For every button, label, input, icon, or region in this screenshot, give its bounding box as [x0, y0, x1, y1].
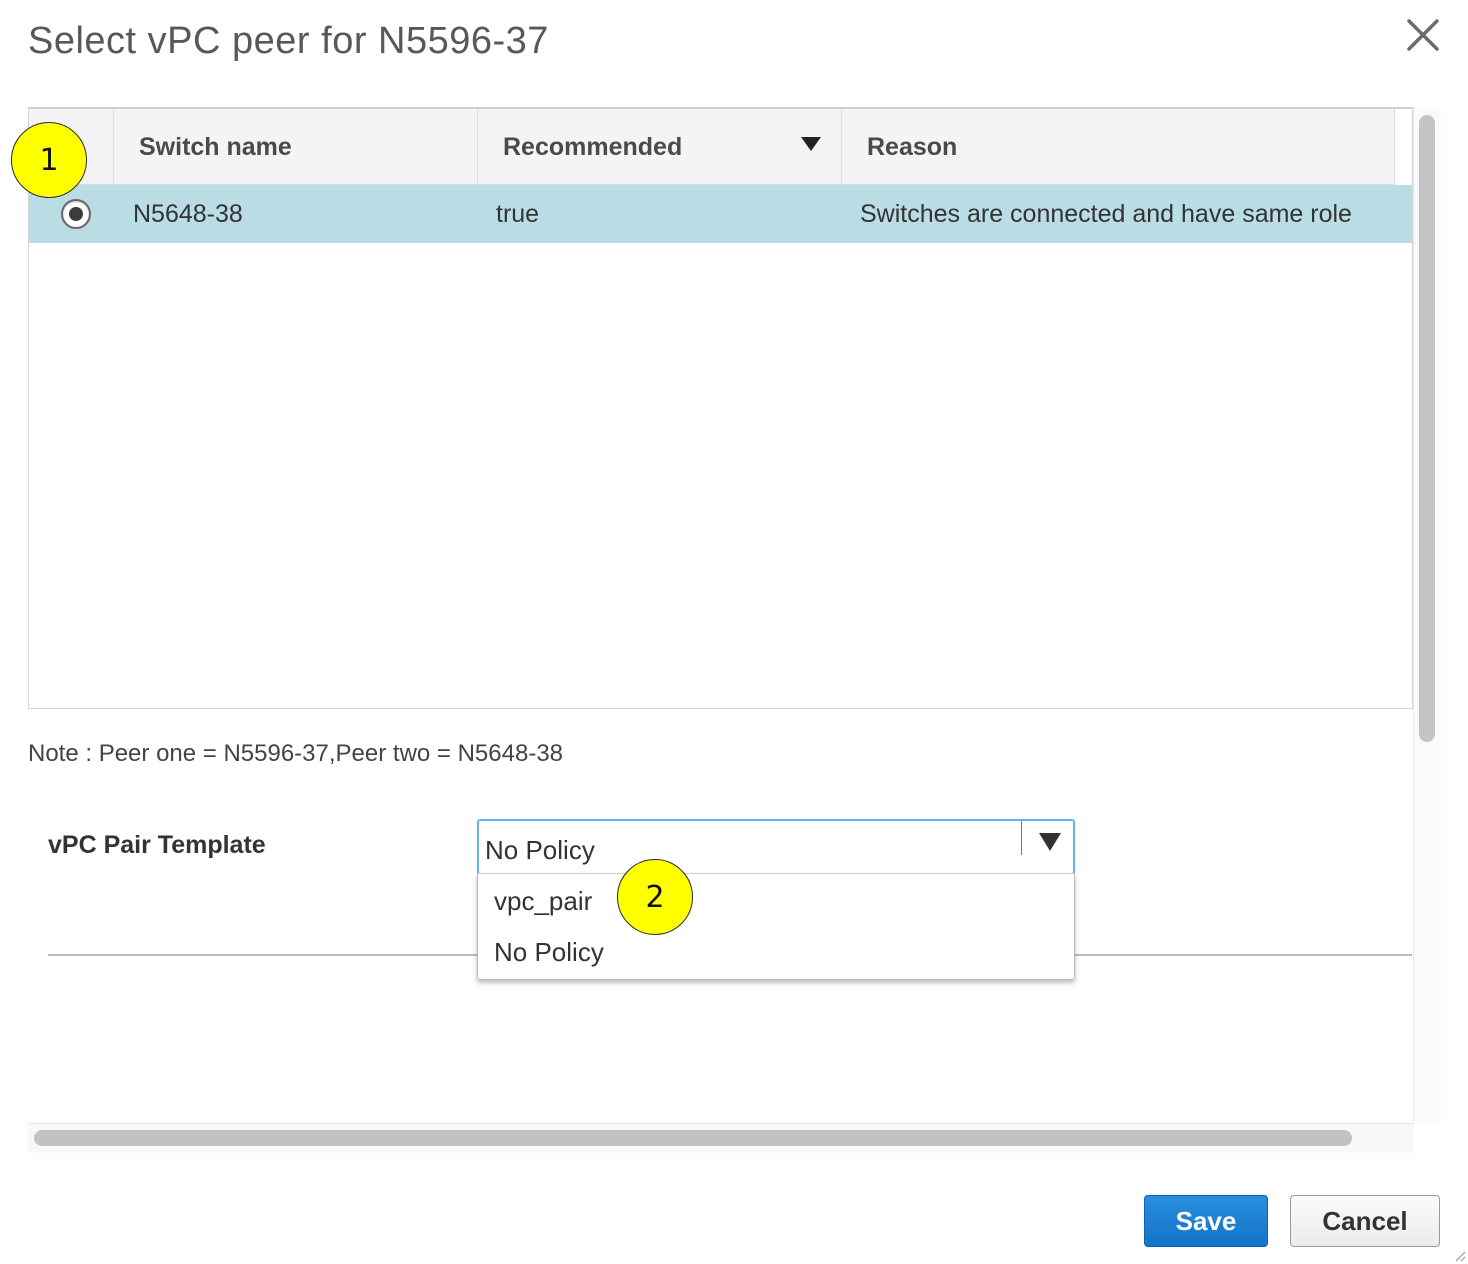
- vertical-scrollbar-thumb[interactable]: [1419, 115, 1435, 742]
- dropdown-arrow-icon[interactable]: [1039, 833, 1061, 851]
- save-button[interactable]: Save: [1144, 1195, 1268, 1247]
- radio-selected-dot: [68, 207, 83, 221]
- callout-marker-1: 1: [11, 122, 87, 198]
- column-header-recommended-label: Recommended: [503, 132, 683, 161]
- table-header: Switch name Recommended Reason: [29, 109, 1395, 185]
- dropdown-option-vpc-pair[interactable]: vpc_pair: [478, 876, 1074, 926]
- horizontal-scrollbar-thumb[interactable]: [34, 1130, 1352, 1146]
- cell-recommended: true: [496, 199, 540, 228]
- resize-grip-icon[interactable]: [1452, 1248, 1466, 1262]
- table-row[interactable]: N5648-38 true Switches are connected and…: [29, 185, 1412, 243]
- column-header-switch-name[interactable]: Switch name: [114, 109, 478, 185]
- template-dropdown-menu: vpc_pair No Policy: [477, 873, 1075, 980]
- close-icon: [1407, 19, 1439, 51]
- vpc-pair-template-select[interactable]: No Policy: [477, 819, 1075, 875]
- sort-descending-icon[interactable]: [801, 137, 821, 151]
- callout-marker-2: 2: [617, 859, 693, 935]
- select-current-value: No Policy: [485, 835, 595, 865]
- select-divider: [1021, 821, 1022, 855]
- cell-switch-name: N5648-38: [133, 199, 243, 228]
- peer-table: Switch name Recommended Reason N5648-38 …: [28, 107, 1413, 709]
- column-header-recommended[interactable]: Recommended: [478, 109, 842, 185]
- column-header-reason[interactable]: Reason: [842, 109, 1395, 185]
- peer-note: Note : Peer one = N5596-37,Peer two = N5…: [28, 740, 564, 767]
- close-button[interactable]: [1400, 12, 1446, 58]
- vpc-pair-template-label: vPC Pair Template: [48, 831, 266, 859]
- row-radio-button[interactable]: [60, 199, 91, 229]
- dropdown-option-no-policy[interactable]: No Policy: [478, 927, 1074, 977]
- dialog-title: Select vPC peer for N5596-37: [28, 20, 549, 62]
- cancel-button[interactable]: Cancel: [1290, 1195, 1440, 1247]
- cell-reason: Switches are connected and have same rol…: [860, 199, 1352, 228]
